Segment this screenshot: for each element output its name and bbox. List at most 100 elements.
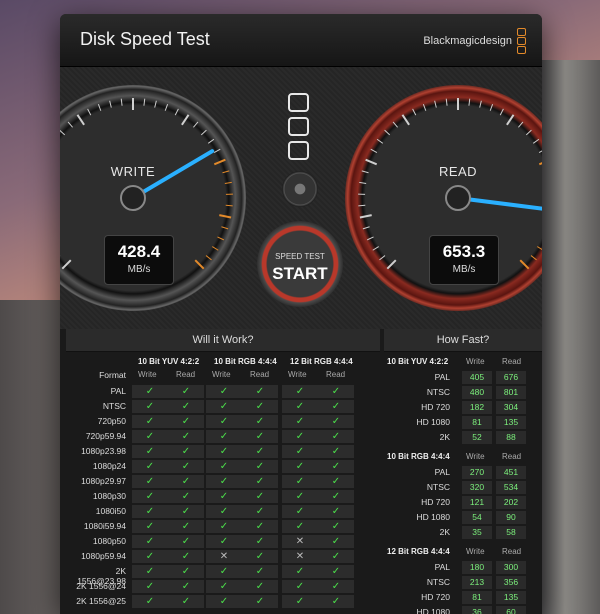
write-label: WRITE	[110, 164, 156, 179]
write-speed-value: 180	[462, 561, 492, 574]
check-icon: ✓	[318, 595, 354, 608]
check-icon: ✓	[282, 520, 318, 533]
speed-row-label: HD 1080	[416, 607, 450, 614]
speed-group-header: 12 Bit RGB 4:4:4	[387, 547, 450, 556]
check-icon: ✓	[168, 400, 204, 413]
gauge-tick	[384, 129, 391, 136]
check-icon: ✓	[168, 505, 204, 518]
write-speed-value: 182	[462, 401, 492, 414]
format-row-label: 1080p29.97	[81, 476, 126, 486]
format-row-label: 2K 1556@25	[76, 596, 126, 606]
check-icon: ✓	[206, 490, 242, 503]
check-icon: ✓	[132, 580, 168, 593]
write-unit: MB/s	[127, 264, 151, 275]
check-icon: ✓	[132, 430, 168, 443]
check-icon: ✓	[318, 460, 354, 473]
gauge-tick	[392, 121, 398, 128]
check-icon: ✓	[282, 445, 318, 458]
format-row-label: 720p59.94	[85, 431, 126, 441]
gauge-tick	[379, 255, 386, 261]
check-icon: ✓	[242, 595, 278, 608]
speed-group-header: 10 Bit YUV 4:2:2	[387, 357, 449, 366]
gauge-tick	[221, 226, 229, 230]
write-speed-value: 213	[462, 576, 492, 589]
read-column-header: Read	[502, 547, 522, 556]
title-bar[interactable]: Disk Speed Test Blackmagicdesign	[60, 14, 542, 67]
will-it-work-title: Will it Work?	[66, 329, 380, 352]
read-speed-value: 58	[496, 526, 526, 539]
gauge-tick	[224, 181, 232, 184]
check-icon: ✓	[132, 400, 168, 413]
read-speed-value: 300	[496, 561, 526, 574]
check-icon: ✓	[318, 505, 354, 518]
gauge-tick	[217, 236, 225, 241]
cross-icon: ✕	[282, 550, 318, 563]
gauge-tick	[194, 259, 205, 270]
target-select-icon[interactable]	[288, 93, 310, 165]
write-speed-value: 36	[462, 606, 492, 614]
write-speed-value: 320	[462, 481, 492, 494]
speed-row-label: 2K	[439, 432, 450, 442]
check-icon: ✓	[318, 490, 354, 503]
gauge-tick	[205, 255, 212, 261]
gauge-tick	[372, 246, 379, 251]
gauge-tick	[213, 148, 221, 153]
check-icon: ✓	[132, 505, 168, 518]
speed-row-label: HD 1080	[416, 512, 450, 522]
format-row-label: NTSC	[102, 401, 126, 411]
gauge-tick	[434, 100, 437, 108]
check-icon: ✓	[132, 520, 168, 533]
gauge-tick	[359, 214, 372, 219]
check-icon: ✓	[242, 550, 278, 563]
format-row-label: 1080p23.98	[81, 446, 126, 456]
check-icon: ✓	[318, 565, 354, 578]
check-icon: ✓	[242, 445, 278, 458]
read-speed-value: 451	[496, 466, 526, 479]
check-icon: ✓	[318, 385, 354, 398]
check-icon: ✓	[206, 475, 242, 488]
format-row-label: 2K 1556@24	[76, 581, 126, 591]
check-icon: ✓	[168, 565, 204, 578]
gauge-tick	[109, 100, 112, 108]
write-column-header: Write	[138, 370, 157, 379]
start-label: START	[272, 264, 328, 283]
check-icon: ✓	[206, 400, 242, 413]
read-gauge: READ 653.3 MB/s	[345, 85, 542, 311]
check-icon: ✓	[132, 565, 168, 578]
check-icon: ✓	[242, 520, 278, 533]
settings-gear-icon[interactable]	[282, 171, 318, 207]
format-row-label: 1080p50	[92, 536, 126, 546]
gauge-tick	[67, 121, 73, 128]
app-title: Disk Speed Test	[80, 29, 210, 49]
check-icon: ✓	[132, 595, 168, 608]
speed-row-label: HD 720	[421, 497, 450, 507]
gauge-tick	[525, 129, 532, 136]
read-speed-value: 676	[496, 371, 526, 384]
gauge-tick	[225, 204, 233, 207]
gauge-tick	[212, 246, 219, 251]
check-icon: ✓	[168, 460, 204, 473]
gauge-tick	[366, 236, 374, 241]
gauge-tick	[537, 246, 542, 251]
start-button[interactable]: SPEED TEST START	[257, 221, 343, 307]
check-icon: ✓	[282, 400, 318, 413]
write-gauge: WRITE 428.4 MB/s	[60, 85, 246, 311]
gauge-tick	[200, 129, 207, 136]
gauge-tick	[412, 108, 417, 116]
check-icon: ✓	[242, 460, 278, 473]
write-readout: 428.4 MB/s	[104, 235, 174, 285]
speed-row-label: HD 720	[421, 402, 450, 412]
check-icon: ✓	[168, 520, 204, 533]
speed-row-label: PAL	[434, 467, 450, 477]
gauge-tick	[499, 108, 504, 116]
write-column-header: Write	[466, 547, 485, 556]
gauge-tick	[193, 121, 199, 128]
check-icon: ✓	[318, 400, 354, 413]
check-icon: ✓	[318, 475, 354, 488]
speed-row-label: HD 720	[421, 592, 450, 602]
read-speed-value: 135	[496, 416, 526, 429]
check-icon: ✓	[132, 445, 168, 458]
format-row-label: 1080p30	[92, 491, 126, 501]
brand-name: Blackmagicdesign	[423, 35, 512, 47]
read-readout: 653.3 MB/s	[429, 235, 499, 285]
